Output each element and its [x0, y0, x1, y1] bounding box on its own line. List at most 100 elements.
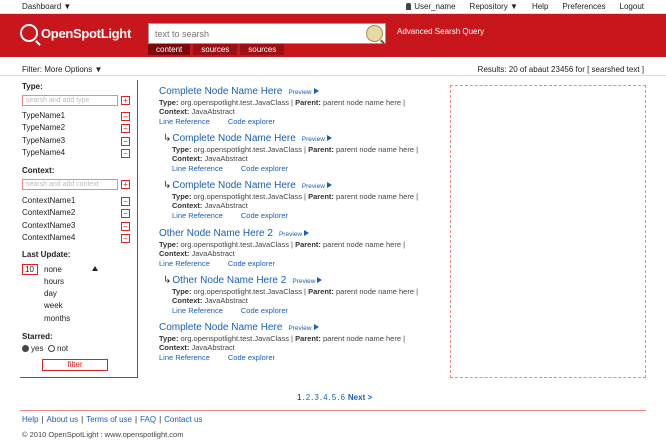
starred-yes-radio[interactable]: yes	[22, 344, 43, 353]
last-update-option[interactable]: hours	[44, 277, 64, 286]
line-reference-link[interactable]: Line Reference	[159, 353, 210, 362]
more-options-dropdown[interactable]: More Options ▼	[44, 65, 102, 74]
filter-label: Filter:	[22, 65, 42, 74]
search-icon[interactable]	[366, 25, 383, 42]
header: OpenSpotLight Advanced Searsh Query cont…	[0, 14, 666, 57]
help-link[interactable]: Help	[532, 2, 548, 11]
result-item-nested: ↳Complete Node Name Here Preview Type: o…	[163, 180, 448, 220]
play-icon	[326, 135, 332, 141]
page-link[interactable]: 2	[306, 393, 310, 402]
context-item: ContextName1	[22, 196, 76, 205]
user-menu[interactable]: User_name	[406, 2, 456, 11]
last-update-value-input[interactable]: 10	[22, 264, 38, 275]
add-context-button[interactable]: +	[121, 180, 130, 189]
remove-type-button[interactable]: −	[121, 124, 130, 133]
remove-type-button[interactable]: −	[121, 149, 130, 158]
last-update-option[interactable]: week	[44, 301, 63, 310]
result-item-nested: ↳Other Node Name Here 2 Preview Type: or…	[163, 275, 448, 315]
last-update-option[interactable]: months	[44, 314, 70, 323]
repository-menu[interactable]: Repository ▼	[470, 2, 518, 11]
page-link[interactable]: 4	[323, 393, 327, 402]
last-update-option[interactable]: none	[44, 265, 62, 274]
code-explorer-link[interactable]: Code explorer	[241, 211, 288, 220]
line-reference-link[interactable]: Line Reference	[172, 211, 223, 220]
line-reference-link[interactable]: Line Reference	[172, 306, 223, 315]
footer-links: Help | About us | Terms of use | FAQ | Conta…	[22, 415, 203, 424]
user-name: User_name	[414, 2, 456, 11]
top-right-nav: User_name Repository ▼ Help Preferences …	[406, 2, 644, 11]
remove-context-button[interactable]: −	[121, 197, 130, 206]
play-icon	[326, 182, 332, 188]
tab-sources[interactable]: sources	[193, 44, 238, 55]
page-link[interactable]: 3	[314, 393, 318, 402]
logout-link[interactable]: Logout	[620, 2, 644, 11]
remove-type-button[interactable]: −	[121, 112, 130, 121]
context-search-input[interactable]: searsh and add context	[22, 179, 118, 190]
line-reference-link[interactable]: Line Reference	[159, 117, 210, 126]
result-title-link[interactable]: ↳Other Node Name Here 2	[163, 275, 286, 286]
remove-context-button[interactable]: −	[121, 222, 130, 231]
filter-sidebar: Type: searsh and add type + TypeName1 − …	[20, 80, 138, 378]
page-link[interactable]: 5	[332, 393, 336, 402]
search-input[interactable]	[149, 24, 359, 43]
preview-link[interactable]: Preview	[279, 230, 310, 238]
type-item: TypeName4	[22, 148, 66, 157]
result-item: Complete Node Name Here Preview Type: or…	[159, 86, 444, 126]
search-tabs: content sources sources	[148, 44, 285, 55]
filter-button[interactable]: filter	[42, 359, 108, 371]
code-explorer-link[interactable]: Code explorer	[228, 259, 275, 268]
preview-link[interactable]: Preview	[288, 324, 319, 332]
result-title-link[interactable]: Complete Node Name Here	[159, 322, 282, 333]
code-explorer-link[interactable]: Code explorer	[241, 306, 288, 315]
page-link[interactable]: 6	[340, 393, 344, 402]
page-current: 1	[297, 393, 302, 402]
context-item: ContextName4	[22, 233, 76, 242]
code-explorer-link[interactable]: Code explorer	[228, 117, 275, 126]
code-explorer-link[interactable]: Code explorer	[241, 164, 288, 173]
filter-bar: Filter: More Options ▼ Results: 20 of ab…	[0, 63, 666, 76]
add-type-button[interactable]: +	[121, 96, 130, 105]
remove-context-button[interactable]: −	[121, 209, 130, 218]
dashboard-menu[interactable]: Dashboard ▼	[22, 2, 71, 11]
preview-link[interactable]: Preview	[302, 135, 332, 143]
top-bar: Dashboard ▼ User_name Repository ▼ Help …	[0, 0, 666, 14]
preview-link[interactable]: Preview	[292, 277, 323, 285]
last-update-option[interactable]: day	[44, 289, 57, 298]
magnifier-logo-icon	[20, 24, 38, 42]
tab-content[interactable]: content	[148, 44, 191, 55]
result-meta: Type: org.openspotlight.test.JavaClass |…	[159, 334, 406, 352]
remove-context-button[interactable]: −	[121, 234, 130, 243]
result-title-link[interactable]: ↳Complete Node Name Here	[163, 133, 296, 144]
sort-up-icon[interactable]	[92, 266, 98, 271]
footer-contact-link[interactable]: Contact us	[164, 415, 202, 424]
play-icon	[313, 88, 319, 94]
preview-link[interactable]: Preview	[302, 182, 332, 190]
tab-sources-2[interactable]: sources	[240, 44, 285, 55]
context-item: ContextName2	[22, 208, 76, 217]
preview-panel	[450, 85, 646, 378]
preview-link[interactable]: Preview	[288, 88, 319, 96]
footer-help-link[interactable]: Help	[22, 415, 38, 424]
result-title-link[interactable]: Other Node Name Here 2	[159, 228, 273, 239]
line-reference-link[interactable]: Line Reference	[172, 164, 223, 173]
filter-label-group: Filter: More Options ▼	[22, 65, 102, 74]
logo[interactable]: OpenSpotLight	[20, 24, 131, 42]
next-page-link[interactable]: Next >	[348, 393, 372, 402]
footer-faq-link[interactable]: FAQ	[140, 415, 156, 424]
line-reference-link[interactable]: Line Reference	[159, 259, 210, 268]
result-meta: Type: org.openspotlight.test.JavaClass |…	[159, 98, 406, 116]
context-title: Context:	[22, 166, 55, 175]
remove-type-button[interactable]: −	[121, 137, 130, 146]
footer-terms-link[interactable]: Terms of use	[86, 415, 132, 424]
context-item: ContextName3	[22, 221, 76, 230]
nested-arrow-icon: ↳	[163, 133, 172, 144]
starred-not-radio[interactable]: not	[48, 344, 68, 353]
advanced-search-link[interactable]: Advanced Searsh Query	[397, 27, 484, 36]
type-search-input[interactable]: searsh and add type	[22, 95, 118, 106]
preferences-link[interactable]: Preferences	[562, 2, 605, 11]
result-title-link[interactable]: Complete Node Name Here	[159, 86, 282, 97]
result-title-link[interactable]: ↳Complete Node Name Here	[163, 180, 296, 191]
type-item: TypeName3	[22, 136, 66, 145]
code-explorer-link[interactable]: Code explorer	[228, 353, 275, 362]
footer-about-link[interactable]: About us	[47, 415, 79, 424]
